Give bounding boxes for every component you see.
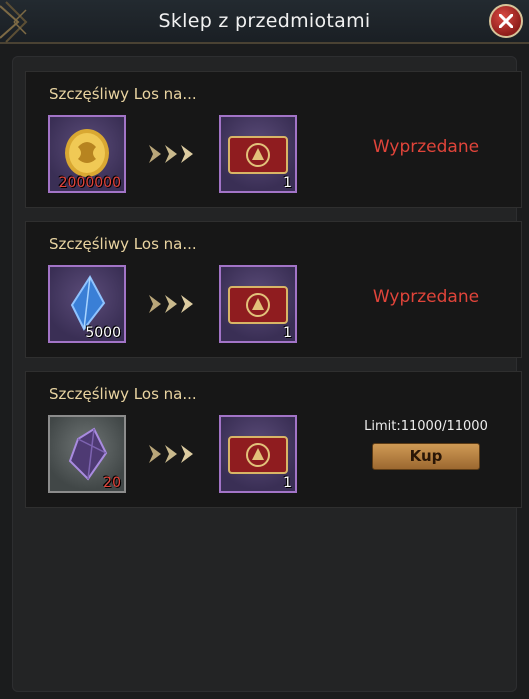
offer-card: Szczęśliwy Los na... 5000 1 Wyprzedane xyxy=(25,221,522,358)
window-title: Sklep z przedmiotami xyxy=(158,10,371,32)
cost-quantity: 2000000 xyxy=(58,175,121,191)
sold-out-label: Wyprzedane xyxy=(372,137,480,157)
reward-item-slot[interactable]: 1 xyxy=(219,265,297,343)
purchase-limit: Limit:11000/11000 xyxy=(364,419,488,434)
offer-card: Szczęśliwy Los na... 2000000 1 Wyprzedan… xyxy=(25,71,522,208)
buy-button[interactable]: Kup xyxy=(372,443,480,470)
arrows-icon xyxy=(149,145,193,163)
offers-panel: Szczęśliwy Los na... 2000000 1 Wyprzedan… xyxy=(12,56,522,692)
cost-item-slot[interactable]: 2000000 xyxy=(48,115,126,193)
reward-quantity: 1 xyxy=(283,175,292,191)
reward-quantity: 1 xyxy=(283,475,292,491)
offer-title: Szczęśliwy Los na... xyxy=(49,385,197,403)
cost-quantity: 20 xyxy=(103,475,121,491)
reward-item-slot[interactable]: 1 xyxy=(219,115,297,193)
cost-item-slot[interactable]: 20 xyxy=(48,415,126,493)
close-icon xyxy=(499,14,513,28)
offer-title: Szczęśliwy Los na... xyxy=(49,235,197,253)
arrows-icon xyxy=(149,295,193,313)
close-button[interactable] xyxy=(489,4,523,38)
reward-quantity: 1 xyxy=(283,325,292,341)
title-bar: Sklep z przedmiotami xyxy=(0,0,529,44)
offer-card: Szczęśliwy Los na... 20 1 Limit:11000/11… xyxy=(25,371,522,508)
reward-item-slot[interactable]: 1 xyxy=(219,415,297,493)
cost-item-slot[interactable]: 5000 xyxy=(48,265,126,343)
cost-quantity: 5000 xyxy=(85,325,121,341)
offer-title: Szczęśliwy Los na... xyxy=(49,85,197,103)
sold-out-label: Wyprzedane xyxy=(372,287,480,307)
arrows-icon xyxy=(149,445,193,463)
